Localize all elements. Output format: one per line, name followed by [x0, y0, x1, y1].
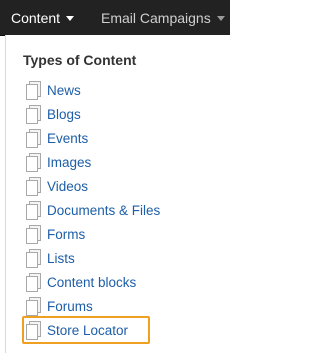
- email-campaigns-menu[interactable]: Email Campaigns: [101, 0, 225, 35]
- content-type-label: Forms: [47, 226, 86, 242]
- content-type-label: Images: [47, 154, 92, 170]
- content-type-label: Documents & Files: [47, 202, 161, 218]
- content-type-label: Events: [47, 130, 89, 146]
- content-menu-label: Content: [11, 9, 61, 26]
- document-icon: [26, 105, 41, 124]
- panel-heading: Types of Content: [23, 52, 137, 68]
- content-type-item-forums[interactable]: Forums: [26, 294, 160, 318]
- content-dropdown-panel: Types of Content News Blogs Events Image…: [5, 35, 231, 353]
- content-type-item-documents-files[interactable]: Documents & Files: [26, 198, 160, 222]
- content-type-label: Store Locator: [47, 322, 129, 338]
- content-type-label: News: [47, 82, 81, 98]
- caret-down-icon: [66, 16, 75, 21]
- content-type-item-events[interactable]: Events: [26, 126, 160, 150]
- document-icon: [26, 153, 41, 172]
- content-menu[interactable]: Content: [11, 0, 75, 35]
- caret-down-icon: [216, 16, 225, 21]
- content-type-item-news[interactable]: News: [26, 78, 160, 102]
- content-type-label: Content blocks: [47, 274, 137, 290]
- content-type-item-videos[interactable]: Videos: [26, 174, 160, 198]
- content-type-item-forms[interactable]: Forms: [26, 222, 160, 246]
- content-type-label: Forums: [47, 298, 93, 314]
- document-icon: [26, 129, 41, 148]
- email-campaigns-menu-label: Email Campaigns: [101, 9, 211, 26]
- content-type-item-lists[interactable]: Lists: [26, 246, 160, 270]
- document-icon: [26, 177, 41, 196]
- document-icon: [26, 81, 41, 100]
- content-type-label: Lists: [47, 250, 75, 266]
- content-type-item-blogs[interactable]: Blogs: [26, 102, 160, 126]
- document-icon: [26, 321, 41, 340]
- content-type-item-content-blocks[interactable]: Content blocks: [26, 270, 160, 294]
- document-icon: [26, 201, 41, 220]
- document-icon: [26, 225, 41, 244]
- content-type-list: News Blogs Events Images Videos Document…: [26, 78, 160, 342]
- content-type-label: Videos: [47, 178, 89, 194]
- top-navigation-bar: Content Email Campaigns: [0, 0, 230, 36]
- content-type-label: Blogs: [47, 106, 81, 122]
- document-icon: [26, 273, 41, 292]
- content-type-item-store-locator[interactable]: Store Locator: [26, 318, 160, 342]
- document-icon: [26, 297, 41, 316]
- document-icon: [26, 249, 41, 268]
- content-type-item-images[interactable]: Images: [26, 150, 160, 174]
